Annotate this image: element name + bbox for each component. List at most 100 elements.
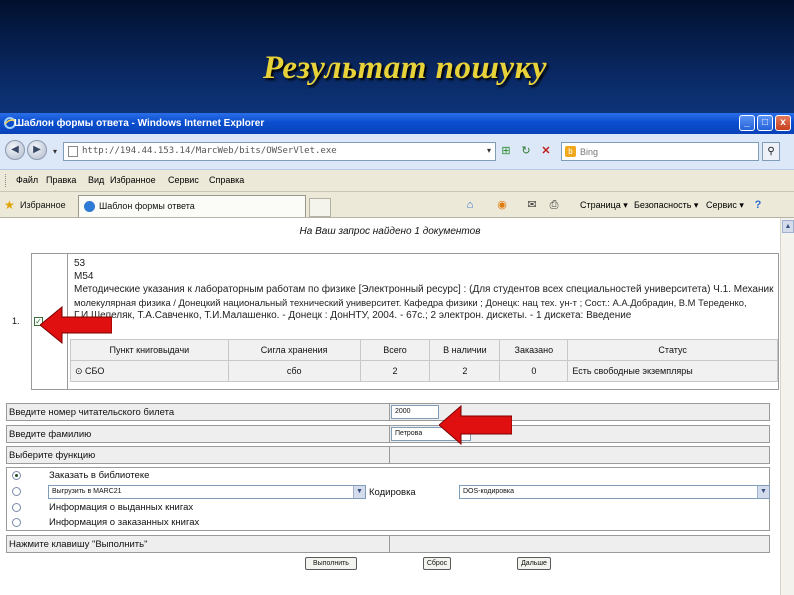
row-divider <box>389 426 390 442</box>
maximize-button[interactable]: □ <box>757 115 773 131</box>
press-label: Нажмите клавишу "Выполнить" <box>9 539 148 550</box>
reader-card-input[interactable]: 2000 <box>391 405 439 419</box>
address-bar: ◀ ▶ ▾ http://194.44.153.14/MarcWeb/bits/… <box>0 134 794 170</box>
record-line: М54 <box>74 271 94 282</box>
refresh-icon[interactable]: ↻ <box>518 143 534 159</box>
slide-title: Результат пошуку <box>262 50 548 86</box>
print-icon[interactable]: ⎙ <box>546 197 562 213</box>
radio-order[interactable] <box>12 471 21 480</box>
col-header: Заказано <box>499 339 569 361</box>
encoding-label: Кодировка <box>369 487 416 498</box>
row-divider <box>389 536 390 552</box>
menu-bar: Файл Правка Вид Избранное Сервис Справка <box>0 170 794 192</box>
col-header: Всего <box>359 339 431 361</box>
next-button[interactable]: Дальше <box>517 557 551 570</box>
page-globe-icon <box>84 201 95 212</box>
menu-edit[interactable]: Правка <box>46 175 76 185</box>
record-line: Методические указания к лабораторным раб… <box>74 284 774 295</box>
cell-available: 2 <box>429 360 501 382</box>
page-icon <box>68 146 78 157</box>
radio-ordered-books[interactable] <box>12 518 21 527</box>
toolbar-grip <box>5 174 8 187</box>
page-menu[interactable]: Страница ▾ <box>580 200 628 211</box>
menu-tools[interactable]: Сервис <box>168 175 199 185</box>
back-button[interactable]: ◀ <box>5 140 25 160</box>
help-icon[interactable]: ? <box>750 197 766 213</box>
cell-location[interactable]: ⊙ СБО <box>70 360 229 382</box>
close-button[interactable]: x <box>775 115 791 131</box>
minimize-button[interactable]: _ <box>739 115 755 131</box>
reader-card-label: Введите номер читательского билета <box>9 407 175 418</box>
record-number: 1. <box>12 316 20 326</box>
function-row: Выберите функцию <box>6 446 770 464</box>
chevron-down-icon: ▼ <box>353 486 365 498</box>
search-icon[interactable]: ⚲ <box>762 142 780 161</box>
mail-icon[interactable]: ✉ <box>524 197 540 213</box>
reader-card-row: Введите номер читательского билета <box>6 403 770 421</box>
bing-icon: b <box>565 146 576 157</box>
menu-help[interactable]: Справка <box>209 175 244 185</box>
search-input[interactable]: b Bing <box>561 142 759 161</box>
radio-export[interactable] <box>12 487 21 496</box>
option-ordered-label: Информация о заказанных книгах <box>49 517 200 528</box>
col-header: Сигла хранения <box>227 339 361 361</box>
row-divider <box>389 447 390 463</box>
export-select[interactable]: Выгрузить в MARC21 ▼ <box>48 485 366 499</box>
url-dropdown-icon[interactable]: ▾ <box>481 143 497 159</box>
vertical-scrollbar[interactable]: ▲ <box>780 218 794 595</box>
stop-icon[interactable]: ✕ <box>538 143 554 159</box>
record-description: 53 М54 Методические указания к лаборатор… <box>74 257 774 322</box>
menu-view[interactable]: Вид <box>88 175 104 185</box>
record-line: 53 <box>74 258 86 269</box>
window-title: Шаблон формы ответа - Windows Internet E… <box>14 118 265 129</box>
window-titlebar: Шаблон формы ответа - Windows Internet E… <box>0 113 794 134</box>
option-issued-label: Информация о выданных книгах <box>49 502 194 513</box>
table-row: ⊙ СБО сбо 2 2 0 Есть свободные экземпляр… <box>70 360 778 382</box>
compat-view-icon[interactable]: ⊞ <box>498 143 514 159</box>
slide-header: Результат пошуку <box>0 0 794 113</box>
radio-issued-books[interactable] <box>12 503 21 512</box>
function-label: Выберите функцию <box>9 450 96 461</box>
tab-title: Шаблон формы ответа <box>99 201 195 211</box>
record-line: Г.И.Шепеляк, Т.А.Савченко, Т.И.Малашенко… <box>74 310 632 321</box>
favorites-button[interactable]: ★ Избранное <box>4 197 66 213</box>
red-arrow-icon <box>439 405 512 445</box>
option-order-label: Заказать в библиотеке <box>49 470 150 481</box>
search-placeholder: Bing <box>580 147 599 157</box>
menu-file[interactable]: Файл <box>16 175 38 185</box>
cell-total: 2 <box>359 360 431 382</box>
execute-button[interactable]: Выполнить <box>305 557 357 570</box>
record-line: молекулярная физика / Донецкий националь… <box>74 297 747 308</box>
surname-row: Введите фамилию <box>6 425 770 443</box>
tools-menu[interactable]: Сервис ▾ <box>706 200 744 211</box>
favorites-bar: ★ Избранное Шаблон формы ответа ⌂ ◉ ✉ ⎙ … <box>0 192 794 218</box>
star-icon: ★ <box>4 198 15 212</box>
tab-active[interactable]: Шаблон формы ответа <box>78 195 306 217</box>
col-header: Статус <box>567 339 778 361</box>
forward-button[interactable]: ▶ <box>27 140 47 160</box>
chevron-down-icon: ▼ <box>757 486 769 498</box>
press-row: Нажмите клавишу "Выполнить" <box>6 535 770 553</box>
encoding-select-value: DOS-кодировка <box>463 488 514 495</box>
safety-menu[interactable]: Безопасность ▾ <box>634 200 698 211</box>
results-count: На Ваш запрос найдено 1 документов <box>299 226 481 237</box>
surname-label: Введите фамилию <box>9 429 92 440</box>
cell-status: Есть свободные экземпляры <box>567 360 778 382</box>
encoding-select[interactable]: DOS-кодировка ▼ <box>459 485 770 499</box>
export-select-value: Выгрузить в MARC21 <box>52 488 122 495</box>
menu-favorites[interactable]: Избранное <box>110 175 156 185</box>
url-text: http://194.44.153.14/MarcWeb/bits/OWSerV… <box>82 146 337 156</box>
feeds-icon[interactable]: ◉ <box>494 197 510 213</box>
row-divider <box>389 404 390 420</box>
new-tab-button[interactable] <box>309 198 331 217</box>
cell-sigla: сбо <box>227 360 361 382</box>
holdings-table: Пункт книговыдачи Сигла хранения Всего В… <box>70 339 778 382</box>
holdings-header-row: Пункт книговыдачи Сигла хранения Всего В… <box>70 339 778 361</box>
url-input[interactable]: http://194.44.153.14/MarcWeb/bits/OWSerV… <box>63 142 496 161</box>
favorites-label: Избранное <box>20 200 66 210</box>
red-arrow-icon <box>40 306 112 344</box>
reset-button[interactable]: Сброс <box>423 557 451 570</box>
history-dropdown-icon[interactable]: ▾ <box>47 144 63 160</box>
home-icon[interactable]: ⌂ <box>462 197 478 213</box>
scroll-up-icon[interactable]: ▲ <box>782 220 794 233</box>
